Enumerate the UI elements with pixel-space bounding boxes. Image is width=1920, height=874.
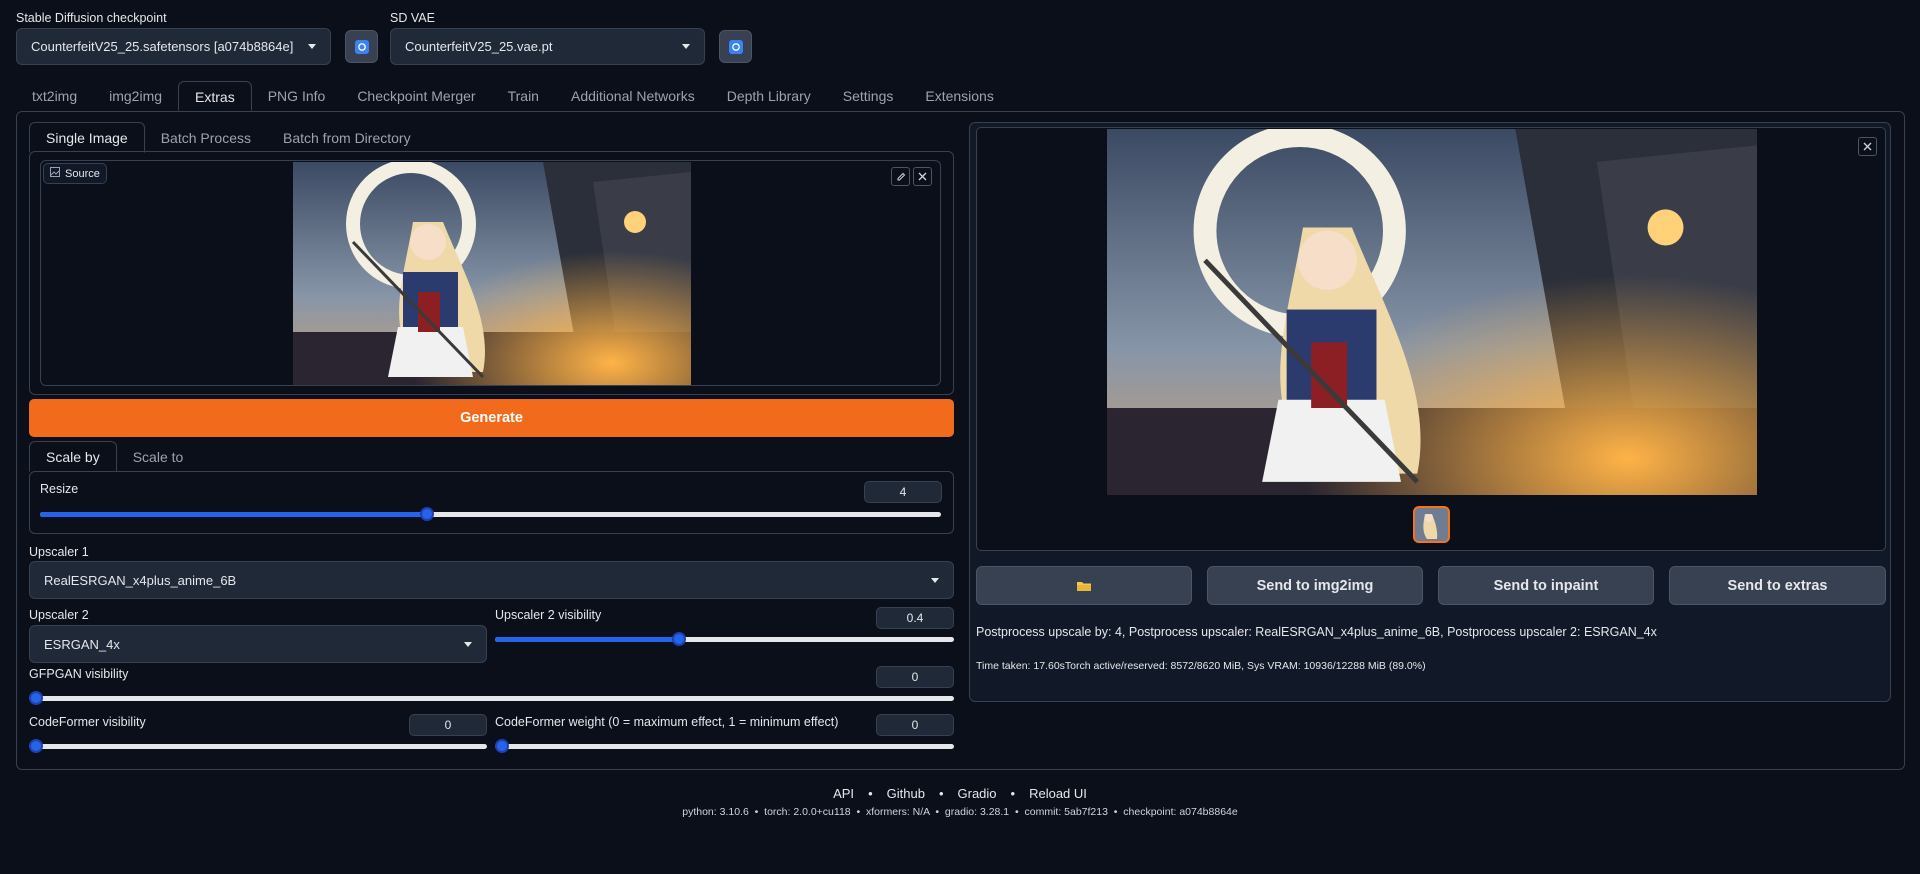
tab-extras[interactable]: Extras: [178, 81, 252, 111]
upscaler2-visibility-input[interactable]: 0.4: [876, 607, 954, 629]
chevron-down-icon: [308, 44, 316, 49]
tab-batch-from-directory[interactable]: Batch from Directory: [267, 123, 427, 153]
tab-txt2img[interactable]: txt2img: [16, 81, 93, 111]
refresh-icon: [728, 39, 743, 54]
slider-thumb[interactable]: [420, 507, 435, 521]
tab-additional-networks[interactable]: Additional Networks: [555, 81, 711, 111]
gfpgan-input[interactable]: 0: [876, 666, 954, 688]
gfpgan-label: GFPGAN visibility: [29, 667, 129, 681]
source-image: [293, 162, 691, 385]
tab-checkpoint-merger[interactable]: Checkpoint Merger: [341, 81, 491, 111]
slider-thumb[interactable]: [29, 739, 43, 753]
codeformer-weight-slider[interactable]: [495, 738, 954, 754]
scale-tabs: Scale by Scale to: [29, 441, 199, 472]
close-gallery-button[interactable]: [1858, 137, 1877, 156]
footer-separator: •: [938, 786, 944, 801]
refresh-icon: [354, 39, 369, 54]
send-to-img2img-button[interactable]: Send to img2img: [1207, 566, 1423, 605]
vae-dropdown[interactable]: CounterfeitV25_25.vae.pt: [390, 28, 705, 65]
chevron-down-icon: [931, 577, 939, 583]
close-icon: [918, 172, 927, 181]
gfpgan-slider[interactable]: [29, 690, 954, 706]
sub-tabs: Single Image Batch Process Batch from Di…: [29, 122, 427, 153]
resize-input[interactable]: 4: [864, 481, 942, 503]
image-icon: [50, 167, 60, 180]
tab-png-info[interactable]: PNG Info: [252, 81, 342, 111]
footer-link-reload-ui[interactable]: Reload UI: [1029, 786, 1087, 801]
chevron-down-icon: [682, 44, 690, 49]
output-gallery: [976, 127, 1886, 551]
codeformer-visibility-label: CodeFormer visibility: [29, 715, 146, 729]
footer-links: API • Github • Gradio • Reload UI: [0, 786, 1920, 801]
tab-scale-by[interactable]: Scale by: [29, 441, 117, 472]
tab-settings[interactable]: Settings: [827, 81, 910, 111]
tab-train[interactable]: Train: [492, 81, 555, 111]
codeformer-weight-label: CodeFormer weight (0 = maximum effect, 1…: [495, 715, 839, 729]
checkpoint-value: CounterfeitV25_25.safetensors [a074b8864…: [31, 39, 294, 54]
tab-batch-process[interactable]: Batch Process: [145, 123, 267, 153]
source-image-dropzone[interactable]: Source: [40, 160, 941, 386]
slider-thumb[interactable]: [671, 632, 686, 646]
close-icon: [1863, 142, 1872, 151]
footer-separator: •: [1010, 786, 1016, 801]
vae-label: SD VAE: [390, 11, 435, 25]
upscaler2-label: Upscaler 2: [29, 608, 89, 622]
time-taken-info: Time taken: 17.60sTorch active/reserved:…: [976, 660, 1426, 672]
main-tabs: txt2img img2img Extras PNG Info Checkpoi…: [16, 81, 1010, 111]
chevron-down-icon: [464, 641, 472, 647]
slider-thumb[interactable]: [495, 739, 509, 753]
resize-label: Resize: [40, 482, 79, 496]
tab-scale-to[interactable]: Scale to: [117, 442, 200, 472]
scale-by-panel: [29, 471, 954, 534]
upscaler2-visibility-label: Upscaler 2 visibility: [495, 608, 602, 622]
checkpoint-refresh-button[interactable]: [345, 30, 378, 63]
source-badge: Source: [43, 163, 107, 184]
vae-value: CounterfeitV25_25.vae.pt: [405, 39, 553, 54]
codeformer-weight-input[interactable]: 0: [876, 714, 954, 736]
footer-separator: •: [868, 786, 873, 801]
generate-button[interactable]: Generate: [29, 399, 954, 437]
source-label: Source: [65, 167, 100, 180]
checkpoint-label: Stable Diffusion checkpoint: [16, 11, 167, 25]
upscaler2-value: ESRGAN_4x: [44, 636, 120, 652]
gallery-thumbnail[interactable]: [1413, 506, 1450, 543]
footer-link-gradio[interactable]: Gradio: [958, 786, 997, 801]
upscaler1-label: Upscaler 1: [29, 545, 89, 559]
send-to-extras-button[interactable]: Send to extras: [1669, 566, 1886, 605]
send-to-inpaint-button[interactable]: Send to inpaint: [1438, 566, 1654, 605]
tab-img2img[interactable]: img2img: [93, 81, 178, 111]
codeformer-visibility-slider[interactable]: [29, 738, 487, 754]
edit-image-button[interactable]: [891, 167, 910, 186]
upscaler1-dropdown[interactable]: RealESRGAN_x4plus_anime_6B: [29, 561, 954, 599]
vae-refresh-button[interactable]: [719, 30, 752, 63]
upscaler2-visibility-slider[interactable]: [495, 631, 954, 647]
codeformer-visibility-input[interactable]: 0: [409, 714, 487, 736]
pencil-icon: [897, 172, 905, 180]
upscaler1-value: RealESRGAN_x4plus_anime_6B: [44, 572, 237, 588]
slider-thumb[interactable]: [29, 691, 43, 705]
footer-link-api[interactable]: API: [833, 786, 854, 801]
generation-info: Postprocess upscale by: 4, Postprocess u…: [976, 625, 1657, 639]
upscaler2-dropdown[interactable]: ESRGAN_4x: [29, 625, 487, 663]
folder-icon: [1077, 581, 1091, 591]
resize-slider[interactable]: [40, 506, 941, 522]
footer-link-github[interactable]: Github: [887, 786, 925, 801]
checkpoint-dropdown[interactable]: CounterfeitV25_25.safetensors [a074b8864…: [16, 28, 331, 65]
thumbnail-image: [1415, 508, 1448, 541]
tab-extensions[interactable]: Extensions: [909, 81, 1009, 111]
output-image[interactable]: [1107, 129, 1757, 495]
footer-version-info: python: 3.10.6 • torch: 2.0.0+cu118 • xf…: [682, 806, 1238, 818]
tab-single-image[interactable]: Single Image: [29, 122, 145, 153]
open-folder-button[interactable]: [976, 566, 1192, 605]
tab-depth-library[interactable]: Depth Library: [711, 81, 827, 111]
clear-image-button[interactable]: [913, 167, 932, 186]
